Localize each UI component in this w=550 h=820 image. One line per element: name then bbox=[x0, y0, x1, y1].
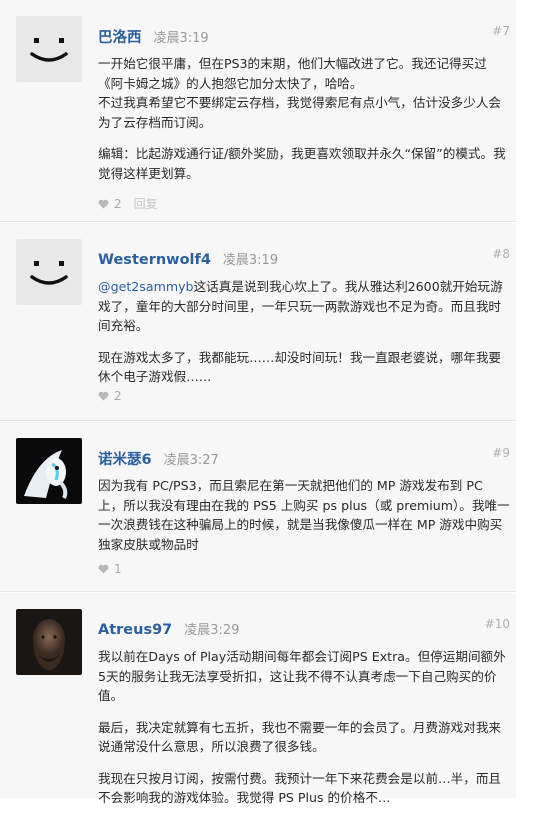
heart-icon[interactable] bbox=[98, 391, 109, 401]
post-body: 我以前在Days of Play活动期间每年都会订阅PS Extra。但停运期间… bbox=[98, 647, 510, 820]
post-number[interactable]: #8 bbox=[492, 247, 510, 261]
post-body: @get2sammyb这话真是说到我心坎上了。我从雅达利2600就开始玩游戏了，… bbox=[98, 277, 510, 399]
user-mention-link[interactable]: @get2sammyb bbox=[98, 279, 194, 294]
smiley-face-avatar-icon bbox=[16, 239, 82, 305]
post-number[interactable]: #9 bbox=[492, 446, 510, 460]
post-paragraph: 一开始它很平庸，但在PS3的末期，他们大幅改进了它。我还记得买过《阿卡姆之城》的… bbox=[98, 56, 501, 130]
comment-post-9: 诺米瑟6 凌晨3:27 #9 因为我有 PC/PS3，而且索尼在第一天就把他们的… bbox=[0, 422, 516, 592]
post-time[interactable]: 凌晨3:27 bbox=[164, 449, 219, 468]
username[interactable]: 巴洛西 bbox=[98, 26, 142, 47]
like-count: 1 bbox=[114, 562, 122, 576]
post-paragraph: 最后，我决定就算有七五折，我也不需要一年的会员了。月费游戏对我来说通常没什么意思… bbox=[98, 719, 501, 755]
comment-post-8: Westernwolf4 凌晨3:19 #8 @get2sammyb这话真是说到… bbox=[0, 223, 516, 421]
post-paragraph: 编辑：比起游戏通行证/额外奖励，我更喜欢领取并永久“保留”的模式。我觉得这样更划… bbox=[98, 146, 506, 181]
post-paragraph: 现在游戏太多了，我都能玩……却没时间玩！我一直跟老婆说，哪年我要休个电子游戏假…… bbox=[98, 349, 501, 385]
post-number[interactable]: #10 bbox=[485, 617, 510, 631]
like-count: 2 bbox=[114, 196, 122, 211]
post-number[interactable]: #7 bbox=[492, 24, 510, 38]
post-paragraph: 我现在只按月订阅，按需付费。我预计一年下来花费会是以前…半，而且不会影响我的游戏… bbox=[98, 770, 501, 806]
bearded-man-photo-avatar-icon bbox=[16, 609, 82, 675]
post-paragraph: @get2sammyb这话真是说到我心坎上了。我从雅达利2600就开始玩游戏了，… bbox=[98, 277, 510, 336]
post-paragraph: 因为我有 PC/PS3，而且索尼在第一天就把他们的 MP 游戏发布到 PC 上，… bbox=[98, 478, 510, 552]
smiley-face-avatar-icon bbox=[16, 16, 82, 82]
post-body: 一开始它很平庸，但在PS3的末期，他们大幅改进了它。我还记得买过《阿卡姆之城》的… bbox=[98, 54, 510, 195]
comment-post-10: Atreus97 凌晨3:29 #10 我以前在Days of Play活动期间… bbox=[0, 593, 516, 805]
comment-post-7: 巴洛西 凌晨3:19 #7 一开始它很平庸，但在PS3的末期，他们大幅改进了它。… bbox=[0, 0, 516, 222]
avatar[interactable] bbox=[16, 438, 82, 504]
post-body: 因为我有 PC/PS3，而且索尼在第一天就把他们的 MP 游戏发布到 PC 上，… bbox=[98, 476, 510, 566]
post-paragraph: 我以前在Days of Play活动期间每年都会订阅PS Extra。但停运期间… bbox=[98, 649, 506, 703]
avatar[interactable] bbox=[16, 609, 82, 675]
heart-icon[interactable] bbox=[98, 564, 109, 574]
post-time[interactable]: 凌晨3:19 bbox=[223, 249, 278, 268]
heart-icon[interactable] bbox=[98, 199, 109, 209]
username[interactable]: Westernwolf4 bbox=[98, 252, 211, 268]
reply-button[interactable]: 回复 bbox=[134, 195, 158, 212]
username[interactable]: Atreus97 bbox=[98, 622, 172, 638]
post-time[interactable]: 凌晨3:19 bbox=[154, 27, 209, 46]
white-robot-character-avatar-icon bbox=[16, 438, 82, 504]
username[interactable]: 诺米瑟6 bbox=[98, 448, 152, 469]
avatar[interactable] bbox=[16, 239, 82, 305]
avatar[interactable] bbox=[16, 16, 82, 82]
post-time[interactable]: 凌晨3:29 bbox=[184, 619, 239, 638]
like-count: 2 bbox=[114, 389, 122, 403]
